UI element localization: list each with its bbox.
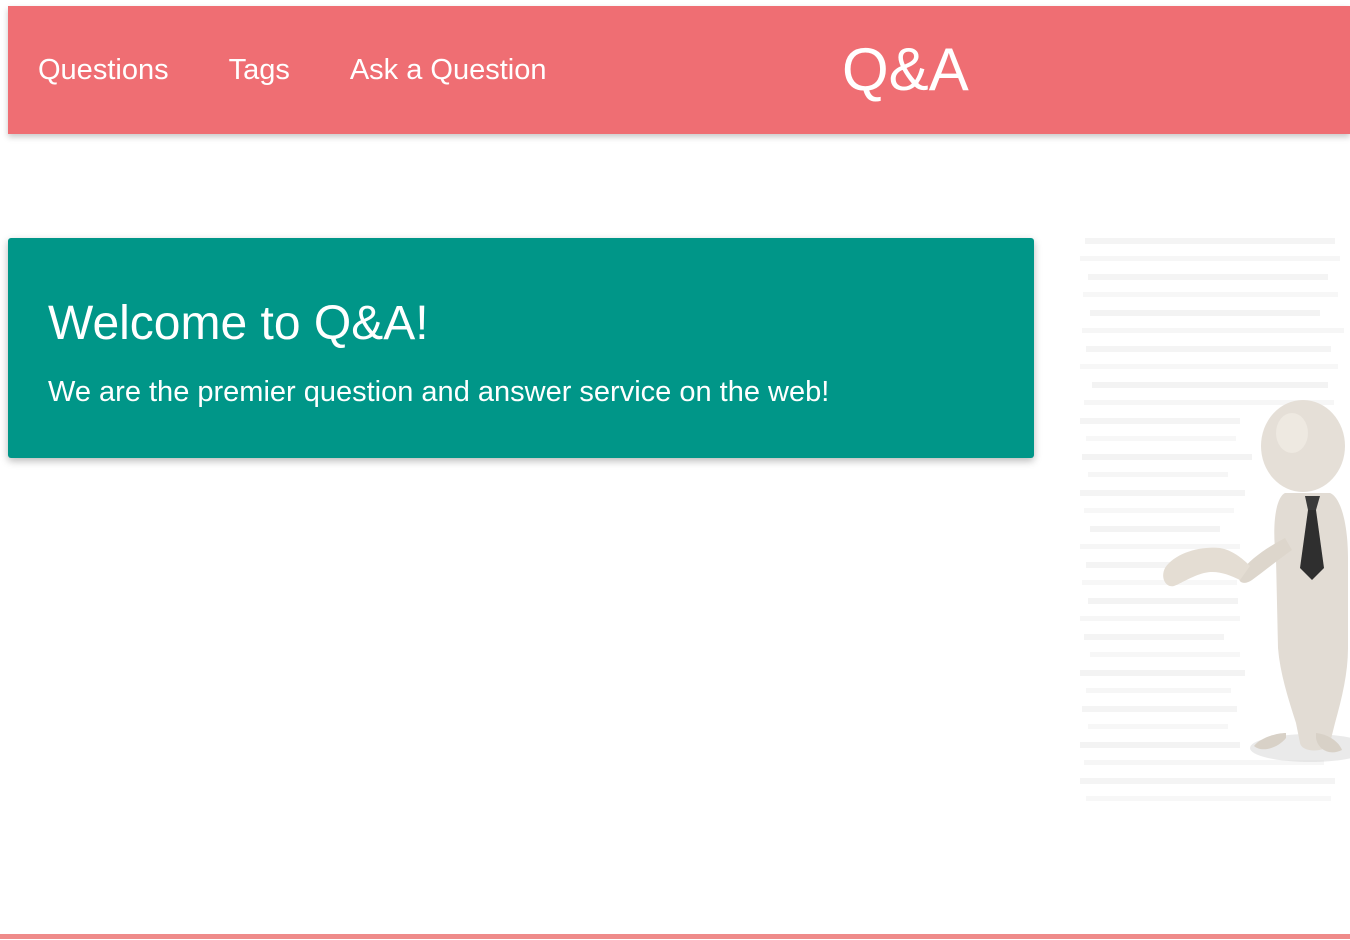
welcome-subtitle: We are the premier question and answer s… bbox=[48, 376, 830, 408]
nav-link-questions[interactable]: Questions bbox=[38, 54, 169, 87]
nav-link-tags[interactable]: Tags bbox=[229, 54, 290, 87]
nav-link-ask-question[interactable]: Ask a Question bbox=[350, 54, 547, 87]
top-navbar: Questions Tags Ask a Question Q&A bbox=[8, 6, 1350, 134]
welcome-title: Welcome to Q&A! bbox=[48, 297, 429, 350]
presenter-figure-illustration bbox=[1080, 238, 1350, 801]
nav-links: Questions Tags Ask a Question bbox=[38, 6, 607, 134]
bottom-divider bbox=[0, 934, 1350, 939]
welcome-card: Welcome to Q&A! We are the premier quest… bbox=[8, 238, 1034, 458]
brand-title[interactable]: Q&A bbox=[842, 6, 969, 134]
